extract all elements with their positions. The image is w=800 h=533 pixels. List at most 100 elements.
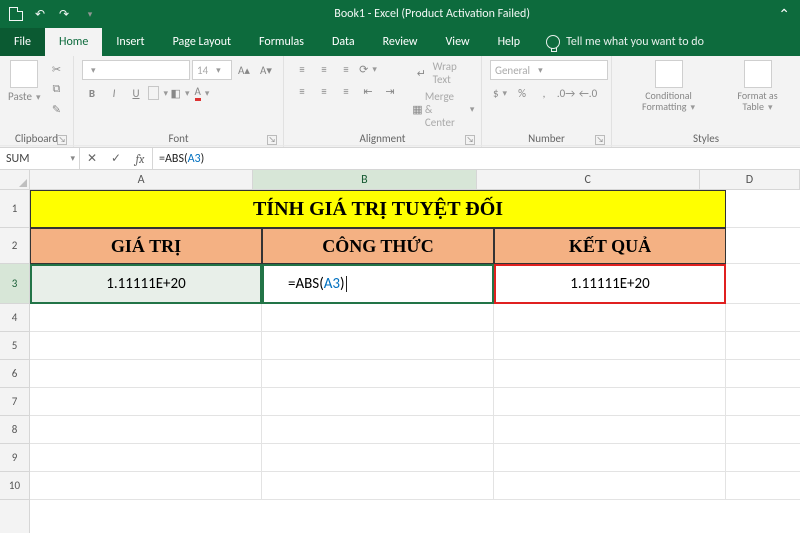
comma-button[interactable]: , — [534, 84, 554, 102]
cell-b10[interactable] — [262, 472, 494, 500]
number-format-select[interactable]: General — [490, 60, 608, 80]
tab-formulas[interactable]: Formulas — [245, 28, 318, 56]
borders-button[interactable] — [148, 84, 168, 102]
cell-c8[interactable] — [494, 416, 726, 444]
tab-help[interactable]: Help — [484, 28, 535, 56]
cell-d2[interactable] — [726, 228, 800, 264]
alignment-launcher-icon[interactable]: ↘ — [465, 135, 475, 145]
paste-button[interactable]: Paste — [8, 60, 40, 103]
row-header-3[interactable]: 3 — [0, 264, 29, 304]
cell-a8[interactable] — [30, 416, 262, 444]
font-color-button[interactable]: A — [192, 84, 212, 102]
tab-file[interactable]: File — [0, 28, 45, 56]
row-header-5[interactable]: 5 — [0, 332, 29, 360]
align-bottom-icon[interactable]: ≡ — [336, 60, 356, 78]
cell-d9[interactable] — [726, 444, 800, 472]
col-header-c[interactable]: C — [477, 170, 700, 189]
fx-icon[interactable]: fx — [128, 152, 152, 166]
tab-view[interactable]: View — [432, 28, 484, 56]
tab-home[interactable]: Home — [45, 28, 102, 56]
col-header-a[interactable]: A — [30, 170, 253, 189]
orientation-icon[interactable]: ⟳ — [358, 60, 378, 78]
cell-a9[interactable] — [30, 444, 262, 472]
cell-a5[interactable] — [30, 332, 262, 360]
cell-c2[interactable]: KẾT QUẢ — [494, 228, 726, 264]
accounting-format-button[interactable]: $ — [490, 84, 510, 102]
cell-a7[interactable] — [30, 388, 262, 416]
cell-d7[interactable] — [726, 388, 800, 416]
cell-b6[interactable] — [262, 360, 494, 388]
cell-a2[interactable]: GIÁ TRỊ — [30, 228, 262, 264]
number-launcher-icon[interactable]: ↘ — [595, 135, 605, 145]
row-header-2[interactable]: 2 — [0, 228, 29, 264]
col-header-b[interactable]: B — [253, 170, 476, 189]
decrease-font-icon[interactable]: A▾ — [256, 61, 276, 79]
conditional-formatting-button[interactable]: Conditional Formatting — [620, 60, 717, 113]
cell-c6[interactable] — [494, 360, 726, 388]
cell-a10[interactable] — [30, 472, 262, 500]
redo-icon[interactable]: ↷ — [56, 6, 72, 22]
cell-b2[interactable]: CÔNG THỨC — [262, 228, 494, 264]
percent-button[interactable]: % — [512, 84, 532, 102]
cell-a4[interactable] — [30, 304, 262, 332]
align-top-icon[interactable]: ≡ — [292, 60, 312, 78]
cell-title-merged[interactable]: TÍNH GIÁ TRỊ TUYỆT ĐỐI — [30, 190, 726, 228]
bold-button[interactable]: B — [82, 84, 102, 102]
row-header-7[interactable]: 7 — [0, 388, 29, 416]
increase-font-icon[interactable]: A▴ — [234, 61, 254, 79]
align-center-icon[interactable]: ≡ — [314, 82, 334, 100]
underline-button[interactable]: U — [126, 84, 146, 102]
tab-page-layout[interactable]: Page Layout — [159, 28, 245, 56]
align-middle-icon[interactable]: ≡ — [314, 60, 334, 78]
cell-b5[interactable] — [262, 332, 494, 360]
increase-indent-icon[interactable]: ⇥ — [380, 82, 400, 100]
row-header-9[interactable]: 9 — [0, 444, 29, 472]
cell-c10[interactable] — [494, 472, 726, 500]
align-left-icon[interactable]: ≡ — [292, 82, 312, 100]
clipboard-launcher-icon[interactable]: ↘ — [57, 135, 67, 145]
enter-icon[interactable]: ✓ — [104, 151, 128, 166]
cell-c9[interactable] — [494, 444, 726, 472]
cell-a6[interactable] — [30, 360, 262, 388]
cell-d10[interactable] — [726, 472, 800, 500]
format-painter-icon[interactable]: ✎ — [46, 100, 66, 118]
save-icon[interactable] — [8, 6, 24, 22]
row-header-8[interactable]: 8 — [0, 416, 29, 444]
fill-color-button[interactable]: ◧ — [170, 84, 190, 102]
cell-d1[interactable] — [726, 190, 800, 228]
ribbon-collapse-icon[interactable]: ⌃ — [768, 6, 800, 23]
tab-review[interactable]: Review — [369, 28, 432, 56]
tell-me[interactable]: Tell me what you want to do — [534, 28, 704, 56]
cell-b7[interactable] — [262, 388, 494, 416]
tab-insert[interactable]: Insert — [102, 28, 158, 56]
col-header-d[interactable]: D — [700, 170, 800, 189]
decrease-decimal-icon[interactable]: ←.0 — [578, 84, 598, 102]
cell-b9[interactable] — [262, 444, 494, 472]
merge-center-button[interactable]: ▦Merge & Center — [412, 90, 474, 129]
cell-d3[interactable] — [726, 264, 800, 304]
cell-d6[interactable] — [726, 360, 800, 388]
row-header-4[interactable]: 4 — [0, 304, 29, 332]
font-launcher-icon[interactable]: ↘ — [267, 135, 277, 145]
qat-customize-icon[interactable] — [80, 6, 96, 22]
font-size-select[interactable]: 14 — [192, 60, 232, 80]
worksheet[interactable]: A B C D 1 2 3 4 5 6 7 8 9 10 TÍNH GIÁ TR… — [0, 170, 800, 533]
wrap-text-button[interactable]: ↵Wrap Text — [412, 60, 474, 86]
increase-decimal-icon[interactable]: .0→ — [556, 84, 576, 102]
cell-d5[interactable] — [726, 332, 800, 360]
name-box[interactable]: SUM — [0, 148, 80, 169]
align-right-icon[interactable]: ≡ — [336, 82, 356, 100]
cell-c5[interactable] — [494, 332, 726, 360]
cell-b3[interactable]: =ABS(A3) — [262, 264, 494, 304]
format-as-table-button[interactable]: Format as Table — [723, 60, 792, 113]
copy-icon[interactable]: ⧉ — [46, 80, 66, 98]
cut-icon[interactable]: ✂ — [46, 60, 66, 78]
cancel-icon[interactable]: ✕ — [80, 151, 104, 166]
tab-data[interactable]: Data — [318, 28, 369, 56]
undo-icon[interactable]: ↶ — [32, 6, 48, 22]
cell-c4[interactable] — [494, 304, 726, 332]
cell-b4[interactable] — [262, 304, 494, 332]
cell-a3[interactable]: 1.11111E+20 — [30, 264, 262, 304]
row-header-6[interactable]: 6 — [0, 360, 29, 388]
decrease-indent-icon[interactable]: ⇤ — [358, 82, 378, 100]
